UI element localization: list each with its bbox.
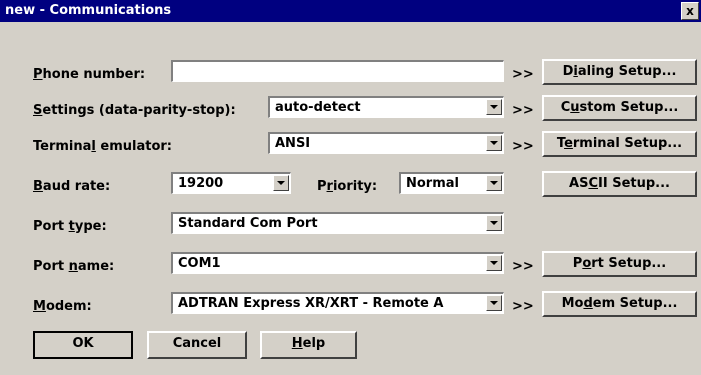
close-button[interactable]: x — [681, 2, 699, 20]
baud-rate-select[interactable]: 19200 — [171, 172, 291, 194]
port-type-label: Port type: — [33, 219, 107, 234]
close-icon: x — [686, 4, 694, 18]
chevron-down-icon[interactable] — [486, 135, 502, 151]
window-title: new - Communications — [5, 3, 172, 18]
port-name-select[interactable]: COM1 — [171, 252, 504, 274]
ascii-setup-button[interactable]: ASCII Setup... — [542, 171, 697, 197]
phone-number-input[interactable] — [171, 60, 504, 82]
phone-number-label: Phone number: — [33, 67, 146, 82]
terminal-emulator-label: Terminal emulator: — [33, 139, 173, 154]
modem-select[interactable]: ADTRAN Express XR/XRT - Remote A — [171, 292, 504, 314]
baud-rate-value: 19200 — [178, 176, 224, 191]
ok-button[interactable]: OK — [33, 331, 133, 359]
terminal-emulator-select[interactable]: ANSI — [268, 132, 504, 154]
settings-value: auto-detect — [275, 100, 361, 115]
priority-value: Normal — [406, 176, 459, 191]
cancel-button[interactable]: Cancel — [147, 331, 247, 359]
baud-rate-label: Baud rate: — [33, 179, 111, 194]
priority-select[interactable]: Normal — [399, 172, 504, 194]
port-setup-button[interactable]: Port Setup... — [542, 251, 697, 277]
custom-setup-button[interactable]: Custom Setup... — [542, 95, 697, 121]
modem-label: Modem: — [33, 299, 92, 314]
terminal-setup-button[interactable]: Terminal Setup... — [542, 131, 697, 157]
priority-label: Priority: — [317, 179, 378, 194]
port-name-label: Port name: — [33, 259, 115, 274]
chevron-down-icon[interactable] — [486, 215, 502, 231]
modem-value: ADTRAN Express XR/XRT - Remote A — [178, 296, 444, 311]
dialing-setup-button[interactable]: Dialing Setup... — [542, 59, 697, 85]
terminal-chevron: >> — [512, 139, 534, 154]
port-name-value: COM1 — [178, 256, 221, 271]
help-button[interactable]: Help — [260, 331, 357, 359]
chevron-down-icon[interactable] — [273, 175, 289, 191]
custom-chevron: >> — [512, 103, 534, 118]
chevron-down-icon[interactable] — [486, 175, 502, 191]
terminal-emulator-value: ANSI — [275, 136, 311, 151]
port-type-value: Standard Com Port — [178, 216, 318, 231]
port-chevron: >> — [512, 259, 534, 274]
chevron-down-icon[interactable] — [486, 99, 502, 115]
modem-chevron: >> — [512, 299, 534, 314]
settings-select[interactable]: auto-detect — [268, 96, 504, 118]
chevron-down-icon[interactable] — [486, 255, 502, 271]
dialing-chevron: >> — [512, 67, 534, 82]
port-type-select[interactable]: Standard Com Port — [171, 212, 504, 234]
title-bar[interactable]: new - Communications x — [0, 0, 701, 22]
modem-setup-button[interactable]: Modem Setup... — [542, 291, 697, 317]
settings-label: Settings (data-parity-stop): — [33, 103, 236, 118]
chevron-down-icon[interactable] — [486, 295, 502, 311]
